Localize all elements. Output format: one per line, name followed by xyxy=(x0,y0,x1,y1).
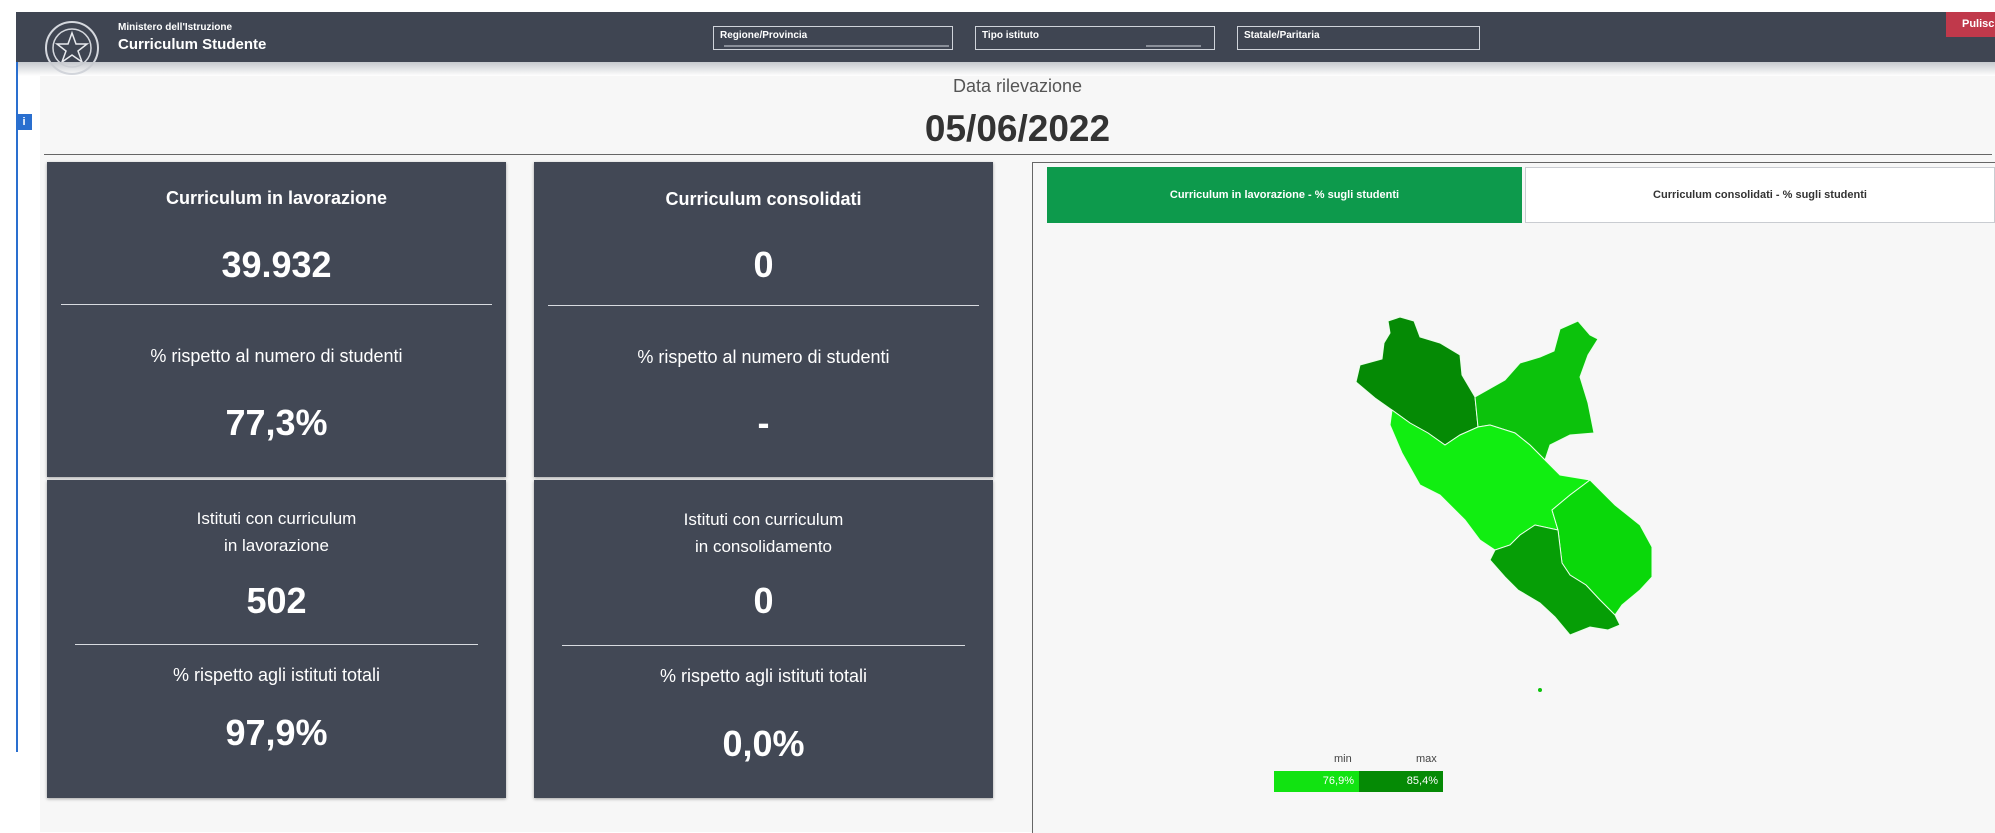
tab-curriculum-lavorazione[interactable]: Curriculum in lavorazione - % sugli stud… xyxy=(1047,167,1522,223)
card-value: 0 xyxy=(753,244,774,285)
card-title: Curriculum consolidati xyxy=(665,189,862,209)
card-separator xyxy=(75,644,478,645)
ministry-name: Ministero dell'Istruzione xyxy=(118,22,233,33)
card-curriculum-consolidati: Curriculum consolidati 0 % rispetto al n… xyxy=(534,162,993,477)
card-value: 502 xyxy=(246,580,307,621)
card-pct-value: 0,0% xyxy=(722,723,805,764)
legend-max-label: max xyxy=(1416,753,1437,765)
card-separator xyxy=(562,645,965,646)
divider xyxy=(44,154,1992,155)
app-title[interactable]: Curriculum Studente xyxy=(118,36,266,53)
clear-filters-button[interactable]: Pulisci Filt xyxy=(1946,12,1995,37)
legend-min-label: min xyxy=(1334,753,1352,765)
lazio-choropleth-map xyxy=(1355,316,1653,692)
legend-max-swatch: 85,4% xyxy=(1359,771,1443,792)
card-title-line2: in consolidamento xyxy=(694,537,833,556)
card-pct-value: 97,9% xyxy=(225,712,328,753)
card-pct-label: % rispetto agli istituti totali xyxy=(659,666,868,686)
card-title-line1: Istituti con curriculum xyxy=(683,510,844,529)
card-pct-label: % rispetto al numero di studenti xyxy=(637,347,890,367)
province-viterbo[interactable] xyxy=(1355,316,1479,446)
card-title-line2: in lavorazione xyxy=(224,536,329,555)
filter-label: Tipo istituto xyxy=(982,30,1040,41)
filter-statale-paritaria[interactable]: Statale/Paritaria xyxy=(1237,26,1480,50)
card-value: 39.932 xyxy=(221,244,332,285)
filter-label: Regione/Provincia xyxy=(720,30,808,41)
filter-selection-bar xyxy=(724,45,949,47)
card-title: Curriculum in lavorazione xyxy=(165,188,388,208)
top-navigation-bar: Ministero dell'Istruzione Curriculum Stu… xyxy=(16,12,1995,75)
card-pct-value: 77,3% xyxy=(225,402,328,443)
selection-rule xyxy=(16,62,18,752)
filter-selection-bar xyxy=(1146,45,1201,47)
card-istituti-consolidamento: Istituti con curriculum in consolidament… xyxy=(534,480,993,798)
filter-tipo-istituto[interactable]: Tipo istituto xyxy=(975,26,1215,50)
card-istituti-lavorazione: Istituti con curriculum in lavorazione 5… xyxy=(47,480,506,798)
card-pct-value: - xyxy=(757,402,770,443)
card-value: 0 xyxy=(753,580,774,621)
card-pct-label: % rispetto al numero di studenti xyxy=(150,346,403,366)
card-curriculum-lavorazione: Curriculum in lavorazione 39.932 % rispe… xyxy=(47,162,506,477)
date-label: Data rilevazione xyxy=(952,76,1083,96)
filter-regione-provincia[interactable]: Regione/Provincia xyxy=(713,26,953,50)
island-marker xyxy=(1538,688,1542,692)
card-title-line1: Istituti con curriculum xyxy=(196,509,357,528)
card-separator xyxy=(548,305,979,306)
legend-min-swatch: 76,9% xyxy=(1274,771,1359,792)
header-shadow xyxy=(16,62,1995,76)
card-separator xyxy=(61,304,492,305)
date-value: 05/06/2022 xyxy=(924,108,1111,149)
filter-label: Statale/Paritaria xyxy=(1244,30,1320,41)
tab-curriculum-consolidati[interactable]: Curriculum consolidati - % sugli student… xyxy=(1525,167,1995,223)
card-pct-label: % rispetto agli istituti totali xyxy=(172,665,381,685)
